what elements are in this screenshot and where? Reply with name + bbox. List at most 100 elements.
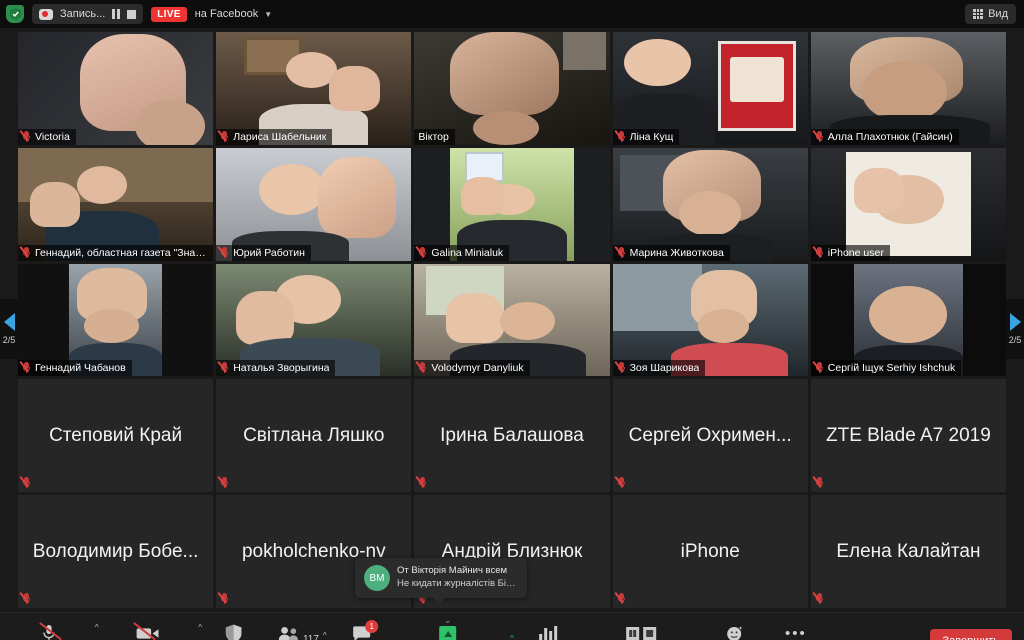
- participant-name-bar: Марина Животкова: [613, 245, 730, 261]
- mic-muted-icon: [418, 477, 427, 489]
- participant-name: Victoria: [35, 131, 70, 143]
- participant-name: Наталья Зворыгина: [233, 362, 329, 374]
- live-destination: на Facebook: [195, 8, 259, 20]
- participant-tile[interactable]: iPhone user: [811, 148, 1006, 261]
- participant-tile[interactable]: Елена Калайтан: [811, 495, 1006, 608]
- chat-button[interactable]: 1 Чат: [333, 613, 391, 640]
- poll-button[interactable]: Опрос: [519, 613, 577, 640]
- top-bar: Запись... LIVE на Facebook ▼ Вид: [0, 0, 1024, 28]
- participant-tile[interactable]: Сергій Іщук Serhiy Ishchuk: [811, 264, 1006, 377]
- mic-muted-icon: [22, 131, 31, 143]
- participant-name: Юрий Работин: [233, 247, 305, 259]
- shield-check-icon[interactable]: [6, 5, 24, 23]
- participant-tile[interactable]: Зоя Шарикова: [613, 264, 808, 377]
- end-meeting-button[interactable]: Завершить: [930, 629, 1012, 640]
- mic-muted-icon: [418, 362, 427, 374]
- participant-name: Віктор: [418, 131, 448, 143]
- participant-tile[interactable]: Віктор: [414, 32, 609, 145]
- participant-tile[interactable]: Марина Животкова: [613, 148, 808, 261]
- participant-name: Степовий Край: [43, 425, 188, 447]
- participant-name: Алла Плахотнюк (Гайсин): [828, 131, 953, 143]
- participants-button[interactable]: 117 ^ Участники: [272, 613, 333, 640]
- stop-icon[interactable]: [643, 627, 656, 640]
- participant-tile[interactable]: Юрий Работин: [216, 148, 411, 261]
- share-screen-button[interactable]: ⌄ Демонстрация экрана: [391, 613, 505, 640]
- mic-muted-icon: [617, 362, 626, 374]
- mic-muted-icon: [815, 477, 824, 489]
- participant-name-bar: Galina Minialuk: [414, 245, 509, 261]
- bar-chart-icon: [539, 626, 557, 640]
- mic-muted-icon: [220, 477, 229, 489]
- mic-muted-icon: [815, 247, 824, 259]
- participant-name-bar: iPhone user: [811, 245, 890, 261]
- participant-name: Марина Животкова: [630, 247, 724, 259]
- participant-name-bar: Наталья Зворыгина: [216, 360, 335, 376]
- participant-name: Геннадий, областная газета "Знамя...: [35, 247, 207, 259]
- participant-tile[interactable]: Victoria: [18, 32, 213, 145]
- participant-tile[interactable]: Сергей Охримен...: [613, 379, 808, 492]
- start-video-button[interactable]: Включить видео: [105, 623, 193, 640]
- pause-icon[interactable]: [112, 9, 120, 19]
- record-indicator-icon: [39, 9, 53, 20]
- chevron-left-icon: [4, 313, 15, 331]
- page-indicator: 2/5: [3, 335, 16, 345]
- shield-icon: [226, 623, 243, 640]
- chevron-down-icon[interactable]: ▼: [264, 10, 272, 19]
- avatar: ВМ: [364, 565, 390, 591]
- view-button-label: Вид: [988, 8, 1008, 20]
- chat-notification-toast[interactable]: ВМ От Вікторія Майнич всем Не кидати жур…: [355, 558, 527, 598]
- participant-tile[interactable]: Наталья Зворыгина: [216, 264, 411, 377]
- participant-grid: Victoria Лариса Шабельник Віктор: [18, 32, 1006, 608]
- participant-tile[interactable]: ZTE Blade A7 2019: [811, 379, 1006, 492]
- participant-tile[interactable]: iPhone: [613, 495, 808, 608]
- participant-tile[interactable]: Volodymyr Danyliuk: [414, 264, 609, 377]
- view-button[interactable]: Вид: [965, 4, 1016, 24]
- recording-label: Запись...: [60, 8, 105, 20]
- chevron-up-icon[interactable]: ^: [323, 631, 327, 640]
- recording-controls[interactable]: Запись...: [32, 4, 143, 24]
- participant-name: Зоя Шарикова: [630, 362, 700, 374]
- share-options-chevron[interactable]: ^: [505, 613, 519, 640]
- mic-muted-icon: [22, 362, 31, 374]
- stop-icon[interactable]: [127, 10, 136, 19]
- participant-name: iPhone: [675, 541, 746, 563]
- participant-name: ZTE Blade A7 2019: [820, 425, 997, 447]
- mic-muted-icon: [617, 247, 626, 259]
- record-control-button[interactable]: Пауза/остановить запись: [577, 613, 706, 640]
- participant-name: Світлана Ляшко: [237, 425, 390, 447]
- chat-sender: От Вікторія Майнич всем: [397, 565, 518, 576]
- participant-name: Елена Калайтан: [830, 541, 986, 563]
- participant-tile[interactable]: Геннадий, областная газета "Знамя...: [18, 148, 213, 261]
- participant-name: Сергей Охримен...: [623, 425, 798, 447]
- participant-name: Геннадий Чабанов: [35, 362, 126, 374]
- participant-tile[interactable]: Світлана Ляшко: [216, 379, 411, 492]
- participant-tile[interactable]: Ліна Кущ: [613, 32, 808, 145]
- participant-name-bar: Ліна Кущ: [613, 129, 680, 145]
- next-page-button[interactable]: 2/5: [1006, 299, 1024, 359]
- audio-options-chevron[interactable]: ^: [89, 623, 105, 637]
- participant-tile[interactable]: Степовий Край: [18, 379, 213, 492]
- participant-name-bar: Віктор: [414, 129, 454, 145]
- participant-name-bar: Лариса Шабельник: [216, 129, 332, 145]
- mic-muted-icon: [220, 362, 229, 374]
- mic-muted-icon: [22, 477, 31, 489]
- unmute-button[interactable]: Включить звук: [10, 623, 89, 640]
- chat-bubble-icon: 1: [352, 623, 371, 640]
- participant-tile[interactable]: Геннадий Чабанов: [18, 264, 213, 377]
- reactions-button[interactable]: Реакции: [706, 613, 764, 640]
- security-button[interactable]: Безопасность: [196, 613, 272, 640]
- participant-tile[interactable]: Алла Плахотнюк (Гайсин): [811, 32, 1006, 145]
- participant-tile[interactable]: Лариса Шабельник: [216, 32, 411, 145]
- participant-tile[interactable]: Galina Minialuk: [414, 148, 609, 261]
- mic-muted-icon: [617, 593, 626, 605]
- prev-page-button[interactable]: 2/5: [0, 299, 18, 359]
- participant-name-bar: Алла Плахотнюк (Гайсин): [811, 129, 959, 145]
- participant-name: Ірина Балашова: [434, 425, 590, 447]
- more-button[interactable]: ••• Подробнее: [764, 613, 828, 640]
- participant-tile[interactable]: Ірина Балашова: [414, 379, 609, 492]
- video-gallery: Victoria Лариса Шабельник Віктор: [0, 28, 1024, 612]
- participant-tile[interactable]: Володимир Бобе...: [18, 495, 213, 608]
- mic-muted-icon: [22, 247, 31, 259]
- pause-icon[interactable]: [626, 627, 639, 640]
- participant-name-bar: Зоя Шарикова: [613, 360, 706, 376]
